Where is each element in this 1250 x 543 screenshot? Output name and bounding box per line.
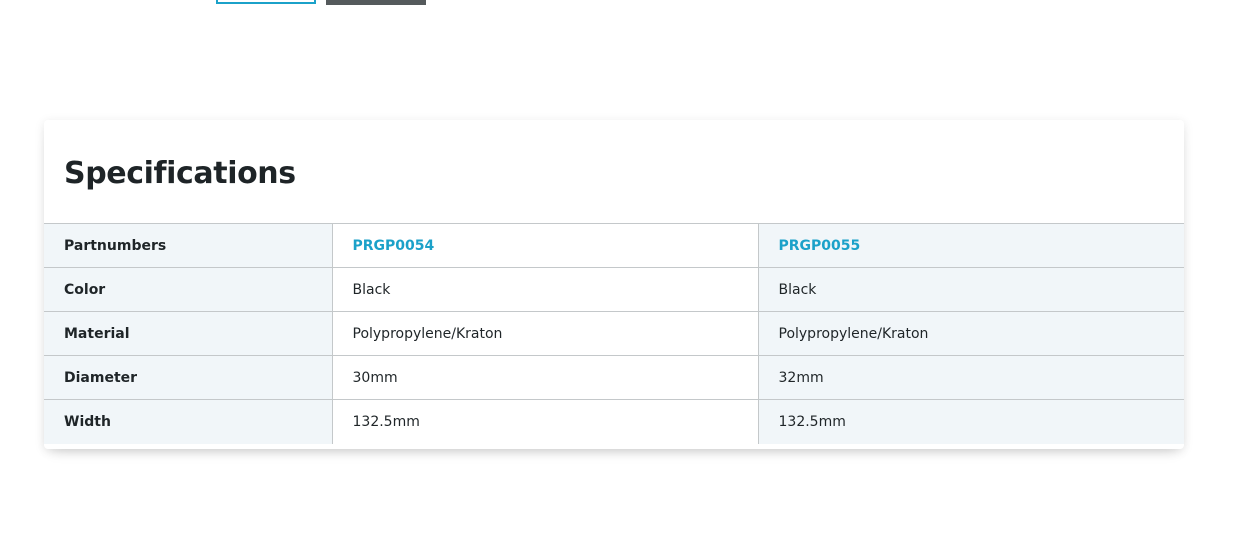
product-option-button-outline[interactable] — [216, 0, 316, 4]
row-label: Color — [44, 267, 333, 312]
table-cell: 30mm — [332, 355, 759, 400]
row-label: Diameter — [44, 355, 333, 400]
specifications-title: Specifications — [64, 156, 296, 191]
row-label: Partnumbers — [44, 223, 333, 268]
partnumber-link[interactable]: PRGP0054 — [332, 223, 759, 268]
table-row-material: Material Polypropylene/Kraton Polypropyl… — [44, 311, 1184, 356]
row-label: Width — [44, 399, 333, 444]
table-row-color: Color Black Black — [44, 267, 1184, 312]
specifications-table: Partnumbers PRGP0054 PRGP0055 Color Blac… — [44, 223, 1184, 444]
table-row-width: Width 132.5mm 132.5mm — [44, 399, 1184, 444]
table-row-diameter: Diameter 30mm 32mm — [44, 355, 1184, 400]
table-cell: Polypropylene/Kraton — [758, 311, 1184, 356]
table-cell: Polypropylene/Kraton — [332, 311, 759, 356]
product-option-button-dark[interactable] — [326, 0, 426, 5]
specifications-card: Specifications Partnumbers PRGP0054 PRGP… — [44, 120, 1184, 449]
table-cell: 132.5mm — [758, 399, 1184, 444]
table-cell: 32mm — [758, 355, 1184, 400]
partnumber-link[interactable]: PRGP0055 — [758, 223, 1184, 268]
table-row-partnumbers: Partnumbers PRGP0054 PRGP0055 — [44, 223, 1184, 268]
table-cell: Black — [758, 267, 1184, 312]
table-cell: Black — [332, 267, 759, 312]
row-label: Material — [44, 311, 333, 356]
table-cell: 132.5mm — [332, 399, 759, 444]
